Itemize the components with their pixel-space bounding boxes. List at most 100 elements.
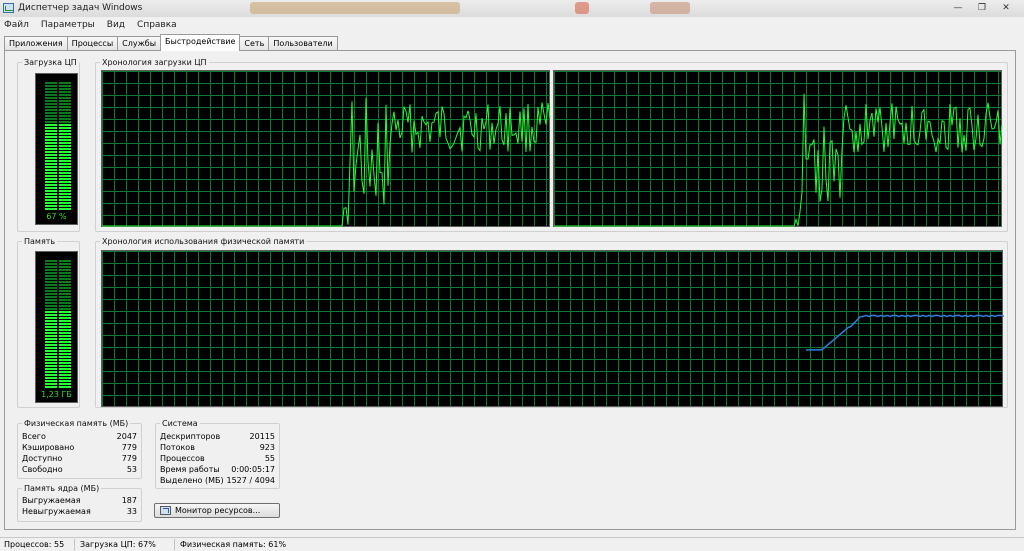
meter-segment <box>45 293 72 295</box>
meter-segment <box>45 314 72 316</box>
tab-users[interactable]: Пользователи <box>268 36 338 51</box>
titlebar-background-tint <box>650 2 690 14</box>
cpu-history-chart-core-1 <box>102 97 551 227</box>
meter-segment <box>45 269 72 271</box>
tab-networking[interactable]: Сеть <box>239 36 270 51</box>
meter-segment <box>45 184 72 186</box>
meter-segment <box>45 368 72 370</box>
meter-segment <box>45 329 72 331</box>
meter-segment <box>45 308 72 310</box>
status-divider <box>74 539 75 550</box>
menu-help[interactable]: Справка <box>137 20 177 30</box>
meter-segment <box>45 148 72 150</box>
cpu-history-chart-core-2 <box>554 93 1003 227</box>
stat-label: Всего <box>22 432 46 441</box>
meter-segment <box>45 124 72 126</box>
stat-label: Невыгружаемая <box>22 507 91 516</box>
meter-segment <box>45 202 72 204</box>
stat-label: Свободно <box>22 465 63 474</box>
cpu-usage-meter: 67 % <box>35 73 78 225</box>
tab-performance[interactable]: Быстродействие <box>160 34 241 51</box>
stat-label: Доступно <box>22 454 63 463</box>
cpu-usage-value: 67 % <box>46 212 67 221</box>
close-icon[interactable]: ✕ <box>994 1 1018 15</box>
meter-segment <box>45 284 72 286</box>
meter-segment <box>45 266 72 268</box>
memory-usage-meter: 1,23 ГБ <box>35 251 78 403</box>
meter-segment <box>45 287 72 289</box>
meter-segment <box>45 386 72 388</box>
memory-meter-label: Память <box>22 237 58 246</box>
stat-row: Потоков 923 <box>160 443 275 454</box>
meter-segment <box>45 130 72 132</box>
memory-usage-value: 1,23 ГБ <box>41 390 72 399</box>
tab-processes[interactable]: Процессы <box>66 36 119 51</box>
stat-label: Потоков <box>160 443 195 452</box>
menu-options[interactable]: Параметры <box>41 20 95 30</box>
status-processes: Процессов: 55 <box>4 540 65 549</box>
meter-segment <box>45 332 72 334</box>
meter-segment <box>45 296 72 298</box>
kernel-memory-group: Память ядра (МБ) Выгружаемая 187 Невыгру… <box>17 484 142 522</box>
meter-segment <box>45 151 72 153</box>
meter-segment <box>45 139 72 141</box>
meter-segment <box>45 100 72 102</box>
memory-history-label: Хронология использования физической памя… <box>100 237 307 246</box>
stat-value: 779 <box>121 454 137 463</box>
kernel-memory-title: Память ядра (МБ) <box>22 484 102 493</box>
meter-segment <box>45 311 72 313</box>
title-bar: Диспетчер задач Windows — ❐ ✕ <box>0 0 1024 17</box>
meter-segment <box>45 142 72 144</box>
tab-services[interactable]: Службы <box>117 36 162 51</box>
meter-segment <box>45 133 72 135</box>
meter-segment <box>45 88 72 90</box>
meter-segment <box>45 380 72 382</box>
meter-segment <box>45 136 72 138</box>
meter-segment <box>45 118 72 120</box>
menu-view[interactable]: Вид <box>107 20 125 30</box>
cpu-history-graph-core-2 <box>553 70 1003 227</box>
meter-segment <box>45 383 72 385</box>
status-cpu: Загрузка ЦП: 67% <box>80 540 156 549</box>
meter-segment <box>45 272 72 274</box>
cpu-history-group: Хронология загрузки ЦП <box>95 58 1008 232</box>
meter-segment <box>45 341 72 343</box>
restore-icon[interactable]: ❐ <box>970 1 994 15</box>
meter-segment <box>45 353 72 355</box>
meter-segment <box>45 127 72 129</box>
meter-segment <box>45 157 72 159</box>
meter-segment <box>45 115 72 117</box>
stat-row: Свободно 53 <box>22 465 137 476</box>
menu-bar: Файл Параметры Вид Справка <box>0 17 1024 33</box>
meter-segment <box>45 365 72 367</box>
meter-segment <box>45 193 72 195</box>
meter-segment <box>45 187 72 189</box>
meter-segment <box>45 356 72 358</box>
stat-value: 20115 <box>249 432 275 441</box>
titlebar-background-dot <box>575 2 589 14</box>
meter-segment <box>45 166 72 168</box>
meter-segment <box>45 190 72 192</box>
physical-memory-group: Физическая память (МБ) Всего 2047 Кэширо… <box>17 419 142 479</box>
stat-value: 779 <box>121 443 137 452</box>
cpu-meter-bars <box>45 82 72 211</box>
tab-applications[interactable]: Приложения <box>4 36 68 51</box>
stat-label: Дескрипторов <box>160 432 221 441</box>
minimize-icon[interactable]: — <box>946 1 970 15</box>
stat-row: Невыгружаемая 33 <box>22 507 137 518</box>
cpu-history-line-core-2 <box>554 93 1003 227</box>
task-manager-icon <box>3 3 14 13</box>
resource-monitor-button[interactable]: Монитор ресурсов... <box>154 503 280 518</box>
stat-label: Процессов <box>160 454 205 463</box>
status-memory: Физическая память: 61% <box>180 540 287 549</box>
resource-monitor-button-label: Монитор ресурсов... <box>175 506 261 515</box>
stat-row: Выгружаемая 187 <box>22 496 137 507</box>
meter-segment <box>45 344 72 346</box>
meter-segment <box>45 374 72 376</box>
meter-segment <box>45 263 72 265</box>
meter-segment <box>45 371 72 373</box>
system-title: Система <box>160 419 200 428</box>
meter-segment <box>45 178 72 180</box>
memory-meter-bars <box>45 260 72 389</box>
menu-file[interactable]: Файл <box>4 20 29 30</box>
